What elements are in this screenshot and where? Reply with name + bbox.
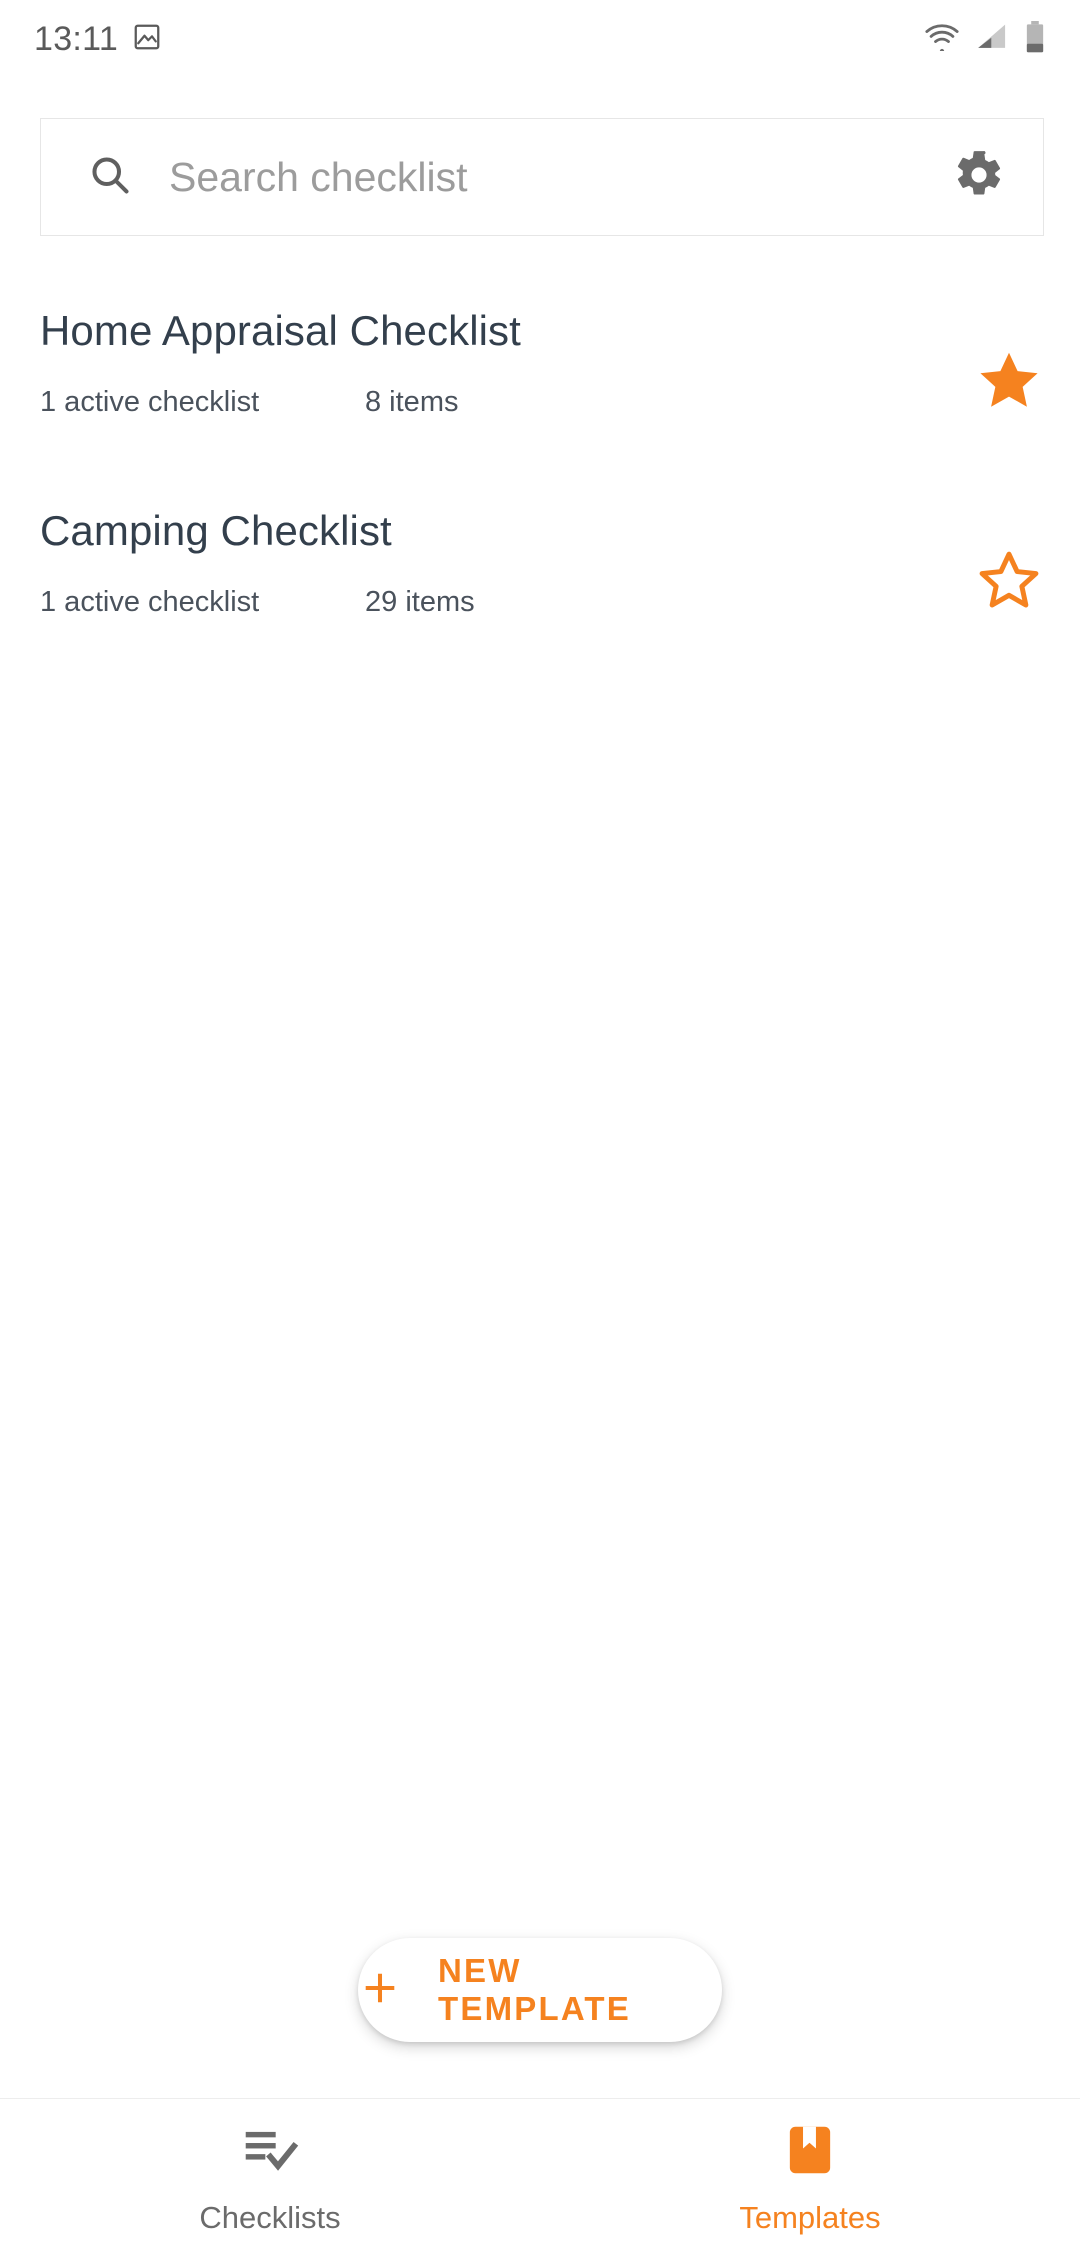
template-row[interactable]: Home Appraisal Checklist 1 active checkl… [0, 290, 1080, 490]
new-template-label: NEW TEMPLATE [438, 1952, 631, 2027]
battery-icon [1024, 20, 1046, 58]
nav-item-checklists[interactable]: Checklists [0, 2099, 540, 2248]
wifi-icon [924, 23, 960, 56]
status-bar-left: 13:11 [34, 22, 162, 57]
gear-icon[interactable] [953, 149, 1005, 206]
plus-icon [358, 1966, 402, 2015]
bottom-navigation: Checklists Templates [0, 2098, 1080, 2248]
template-list: Home Appraisal Checklist 1 active checkl… [0, 290, 1080, 690]
template-meta: 1 active checklist 8 items [40, 386, 1040, 419]
template-row[interactable]: Camping Checklist 1 active checklist 29 … [0, 490, 1080, 690]
status-bar-right [924, 20, 1046, 58]
template-title: Camping Checklist [40, 507, 392, 554]
screenshot-image-icon [132, 22, 162, 57]
template-item-count: 29 items [365, 586, 475, 618]
status-clock: 13:11 [34, 20, 119, 58]
new-template-fab[interactable]: NEW TEMPLATE [358, 1938, 722, 2042]
favorite-star-outline-icon[interactable] [974, 546, 1044, 616]
playlist-check-icon [239, 2119, 301, 2186]
cell-signal-icon [976, 23, 1008, 56]
search-bar[interactable] [40, 118, 1044, 236]
nav-label-templates: Templates [739, 2199, 881, 2235]
bookmark-book-icon [779, 2119, 841, 2186]
template-title: Home Appraisal Checklist [40, 307, 521, 354]
template-active-count: 1 active checklist [40, 586, 260, 618]
search-icon [87, 152, 133, 203]
template-active-count: 1 active checklist [40, 386, 260, 418]
nav-item-templates[interactable]: Templates [540, 2099, 1080, 2248]
template-meta: 1 active checklist 29 items [40, 586, 1040, 619]
status-bar: 13:11 [0, 0, 1080, 78]
search-input[interactable] [169, 153, 929, 201]
app-screen: 13:11 Search checklist Home Appraisal Ch… [0, 0, 1080, 2248]
template-item-count: 8 items [365, 386, 459, 418]
nav-label-checklists: Checklists [199, 2199, 341, 2235]
favorite-star-filled-icon[interactable] [974, 346, 1044, 416]
